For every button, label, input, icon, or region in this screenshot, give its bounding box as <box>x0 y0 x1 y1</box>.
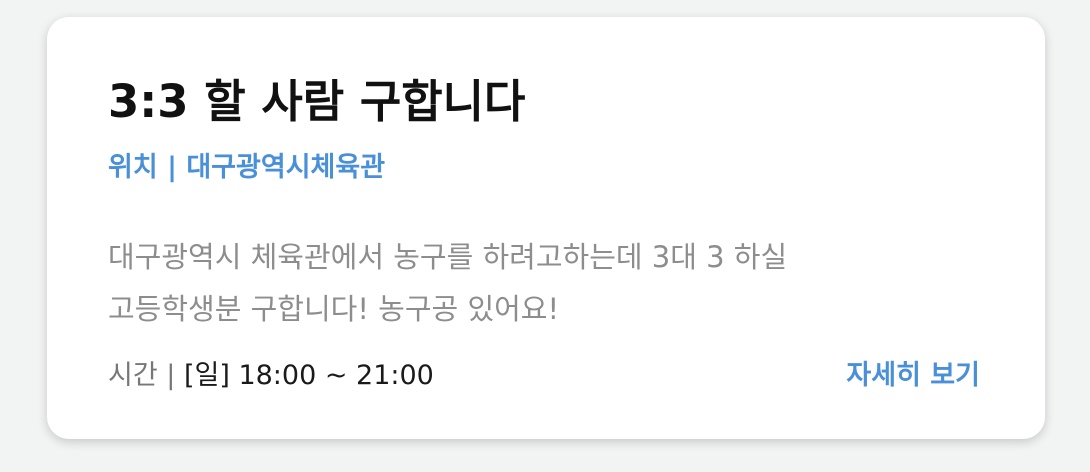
view-details-link[interactable]: 자세히 보기 <box>846 359 980 393</box>
post-location: 위치 | 대구광역시체육관 <box>108 152 386 183</box>
post-time-label: 시간 | <box>108 360 184 391</box>
post-footer: 시간 | [일] 18:00 ~ 21:00 자세히 보기 <box>108 359 980 393</box>
post-time: 시간 | [일] 18:00 ~ 21:00 <box>108 359 434 393</box>
post-title: 3:3 할 사람 구합니다 <box>108 75 526 128</box>
post-description: 대구광역시 체육관에서 농구를 하려고하는데 3대 3 하실 고등학생분 구합니… <box>108 231 968 335</box>
post-time-value: [일] 18:00 ~ 21:00 <box>183 360 434 391</box>
post-card: 3:3 할 사람 구합니다 위치 | 대구광역시체육관 대구광역시 체육관에서 … <box>47 17 1045 439</box>
post-description-line: 대구광역시 체육관에서 농구를 하려고하는데 3대 3 하실 <box>108 240 788 274</box>
post-description-line: 고등학생분 구합니다! 농구공 있어요! <box>108 292 560 326</box>
